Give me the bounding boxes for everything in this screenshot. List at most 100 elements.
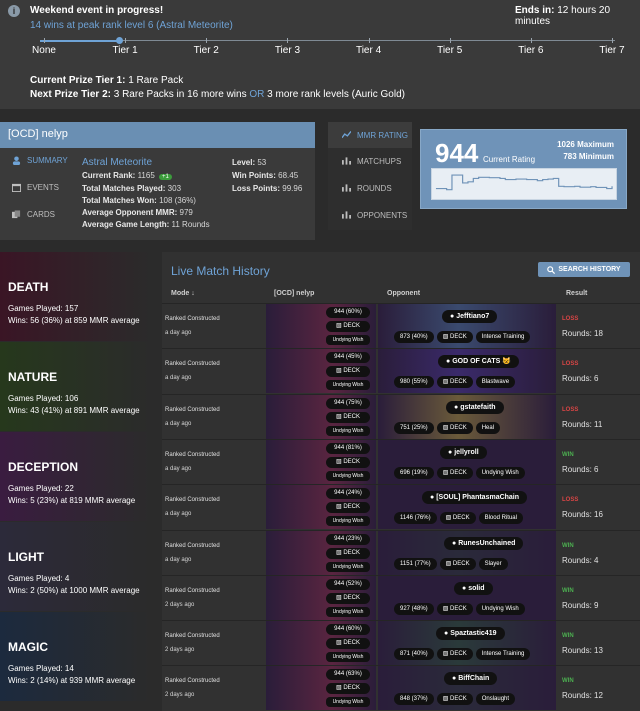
match-row[interactable]: Ranked Constructed 2 days ago 944 (52%) ▧ D… [162, 574, 640, 620]
match-row[interactable]: Ranked Constructed a day ago 944 (60%) ▧ DE… [162, 303, 640, 348]
player-deck-button[interactable]: ▧ DECK [326, 321, 370, 332]
player-deck-button[interactable]: ▧ DECK [326, 502, 370, 514]
opponent-deck-label: DECK [450, 379, 467, 386]
opponent-name-label: Spaztastic419 [450, 630, 497, 638]
player-deck-button[interactable]: ▧ DECK [326, 592, 370, 604]
opponent-deck-button[interactable]: ▧ DECK [436, 648, 473, 661]
opponent-archetype: Undying Wish [475, 466, 525, 479]
tier-tick [449, 38, 451, 43]
opponent-portrait: ● jellyroll 696 (19%) ▧ DECK Undying Wish [378, 439, 556, 484]
opponent-deck-button[interactable]: ▧ DECK [436, 466, 473, 479]
tier-label: Tier 1 [112, 45, 138, 56]
current-prize: Current Prize Tier 1: 1 Rare Pack [30, 75, 183, 86]
match-rounds: Rounds: 9 [562, 600, 599, 610]
player-archetype: Undying Wish [326, 516, 370, 527]
tab-summary[interactable]: SUMMARY [12, 156, 68, 165]
player-deck-button[interactable]: ▧ DECK [326, 638, 370, 650]
ends-label: Ends in: [515, 5, 555, 16]
bar-chart-icon [342, 157, 351, 165]
tab-matchups[interactable]: MATCHUPS [328, 148, 412, 174]
tier-track-fill [40, 40, 120, 42]
tab-mmr-rating[interactable]: MMR RATING [328, 122, 412, 148]
opponent-name[interactable]: ● RunesUnchained [444, 536, 524, 550]
event-countdown: Ends in: 12 hours 20 minutes [515, 5, 640, 27]
match-mode: Ranked Constructed [165, 587, 220, 594]
match-row[interactable]: Ranked Constructed a day ago 944 (45%) ▧ DE… [162, 348, 640, 394]
opponent-name[interactable]: ● [SOUL] PhantasmaChain [422, 491, 528, 505]
opponent-deck-button[interactable]: ▧ DECK [436, 602, 473, 615]
opponent-name[interactable]: ● solid [454, 581, 493, 595]
current-rank: Current Rank: 1165 +1 [82, 171, 172, 180]
match-mode: Ranked Constructed [165, 316, 220, 322]
opponent-name[interactable]: ● gstatefaith [446, 400, 504, 414]
tab-opponents[interactable]: OPPONENTS [328, 202, 412, 228]
match-time: a day ago [165, 420, 192, 427]
level-label: Level: [232, 158, 256, 167]
search-history-label: SEARCH HISTORY [558, 266, 621, 273]
player-mmr: 944 (60%) [326, 624, 370, 636]
opponent-deck-button[interactable]: ▧ DECK [439, 512, 476, 525]
faction-card-nature[interactable]: NATURE Games Played: 106 Wins: 43 (41%) at… [0, 342, 150, 431]
match-row[interactable]: Ranked Constructed a day ago 944 (75%) ▧ DE… [162, 393, 640, 439]
match-row[interactable]: Ranked Constructed 2 days ago 944 (60%) ▧ D… [162, 620, 640, 666]
opponent-name[interactable]: ● GOD OF CATS 😺 [438, 355, 519, 369]
opponent-mmr: 1146 (76%) [394, 512, 437, 525]
col-mode[interactable]: Mode ↓ [171, 290, 195, 297]
player-portrait: 944 (45%) ▧ DECK Undying Wish [266, 349, 376, 394]
faction-card-deception[interactable]: DECEPTION Games Played: 22 Wins: 5 (23%) a… [0, 432, 150, 521]
player-archetype: Undying Wish [326, 380, 370, 391]
match-rounds: Rounds: 12 [562, 691, 603, 701]
opponent-name-label: solid [468, 584, 485, 592]
match-row[interactable]: Ranked Constructed 2 days ago 944 (63%) ▧ D… [162, 665, 640, 711]
opponent-name[interactable]: ● Spaztastic419 [436, 627, 505, 641]
opponent-archetype: Blood Ritual [478, 512, 523, 525]
opponent-portrait: ● BiffChain 848 (37%) ▧ DECK Onslaught [378, 666, 556, 711]
match-row[interactable]: Ranked Constructed a day ago 944 (81%) ▧ DE… [162, 438, 640, 484]
faction-card-magic[interactable]: MAGIC Games Played: 14 Wins: 2 (14%) at 93… [0, 612, 150, 701]
player-deck-button[interactable]: ▧ DECK [326, 683, 370, 695]
info-icon: i [8, 5, 20, 17]
opponent-deck-button[interactable]: ▧ DECK [436, 421, 473, 434]
search-history-button[interactable]: SEARCH HISTORY [538, 262, 630, 277]
opponent-portrait: ● gstatefaith 751 (25%) ▧ DECK Heal [378, 394, 556, 439]
match-row[interactable]: Ranked Constructed a day ago 944 (24%) ▧ DE… [162, 484, 640, 530]
player-deck-button[interactable]: ▧ DECK [326, 547, 370, 559]
opponent-name[interactable]: ● BiffChain [444, 672, 498, 686]
opponent-name-label: BiffChain [458, 675, 490, 683]
opponent-mmr: 980 (55%) [394, 376, 434, 389]
tab-cards[interactable]: CARDS [12, 210, 55, 219]
opponent-deck-button[interactable]: ▧ DECK [436, 331, 473, 343]
opponent-deck-button[interactable]: ▧ DECK [436, 376, 473, 389]
faction-card-light[interactable]: LIGHT Games Played: 4 Wins: 2 (50%) at 100… [0, 522, 150, 611]
avg-len-value: 11 Rounds [171, 220, 210, 229]
opponent-name[interactable]: ● Jefftiano7 [442, 310, 498, 323]
faction-card-death[interactable]: DEATH Games Played: 157 Wins: 56 (36%) at … [0, 252, 150, 341]
faction-wins: Wins: 2 (14%) at 939 MMR average [8, 676, 136, 685]
search-icon [547, 265, 556, 274]
player-deck-button[interactable]: ▧ DECK [326, 366, 370, 378]
opponent-deck-label: DECK [450, 334, 467, 340]
tier-label: Tier 7 [599, 45, 625, 56]
current-prize-label: Current Prize Tier 1: [30, 75, 126, 86]
col-opponent: Opponent [387, 290, 421, 297]
opponent-deck-label: DECK [452, 560, 470, 567]
level: Level: 53 [232, 158, 266, 167]
match-result: LOSS [562, 406, 579, 413]
player-archetype: Undying Wish [326, 606, 370, 617]
player-deck-button[interactable]: ▧ DECK [326, 456, 370, 468]
tab-events[interactable]: EVENTS [12, 183, 59, 192]
faction-games-played: Games Played: 157 [8, 304, 79, 313]
player-deck-button[interactable]: ▧ DECK [326, 411, 370, 423]
player-archetype: Undying Wish [326, 697, 370, 708]
opponent-deck-button[interactable]: ▧ DECK [436, 693, 473, 706]
tab-rounds[interactable]: ROUNDS [328, 175, 412, 201]
opponent-deck-button[interactable]: ▧ DECK [439, 557, 476, 570]
col-player: [OCD] nelyp [274, 290, 315, 297]
match-row[interactable]: Ranked Constructed a day ago 944 (23%) ▧ DE… [162, 529, 640, 575]
player-mmr: 944 (60%) [326, 307, 370, 318]
current-rank-label: Current Rank: [82, 171, 136, 180]
faction-wins: Wins: 2 (50%) at 1000 MMR average [8, 586, 140, 595]
opponent-portrait: ● [SOUL] PhantasmaChain 1146 (76%) ▧ DECK B… [378, 485, 556, 530]
player-archetype: Undying Wish [326, 652, 370, 663]
opponent-name[interactable]: ● jellyroll [440, 445, 487, 459]
